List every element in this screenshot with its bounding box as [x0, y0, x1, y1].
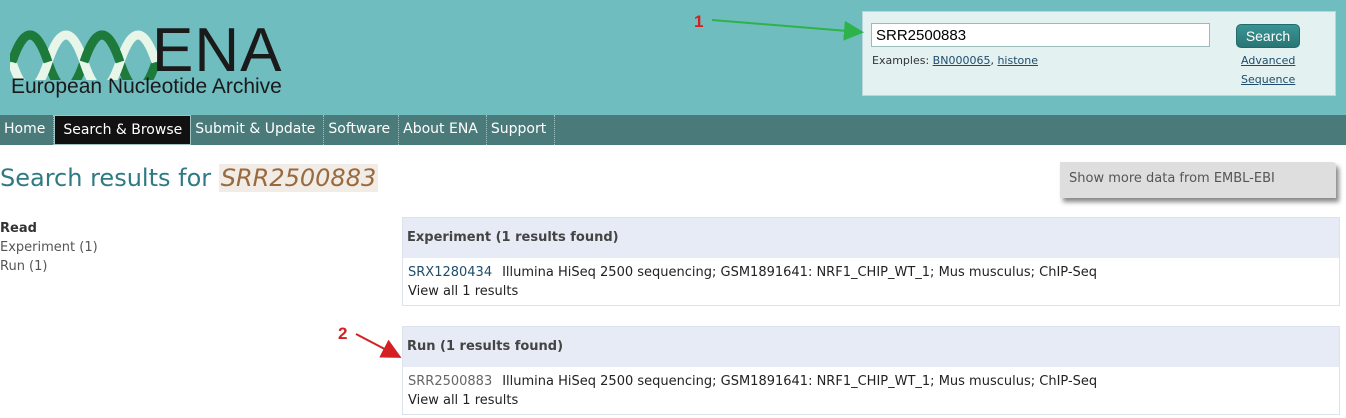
annotation-arrows [355, 19, 864, 358]
red-arrow [355, 333, 402, 358]
green-arrow [711, 19, 864, 41]
